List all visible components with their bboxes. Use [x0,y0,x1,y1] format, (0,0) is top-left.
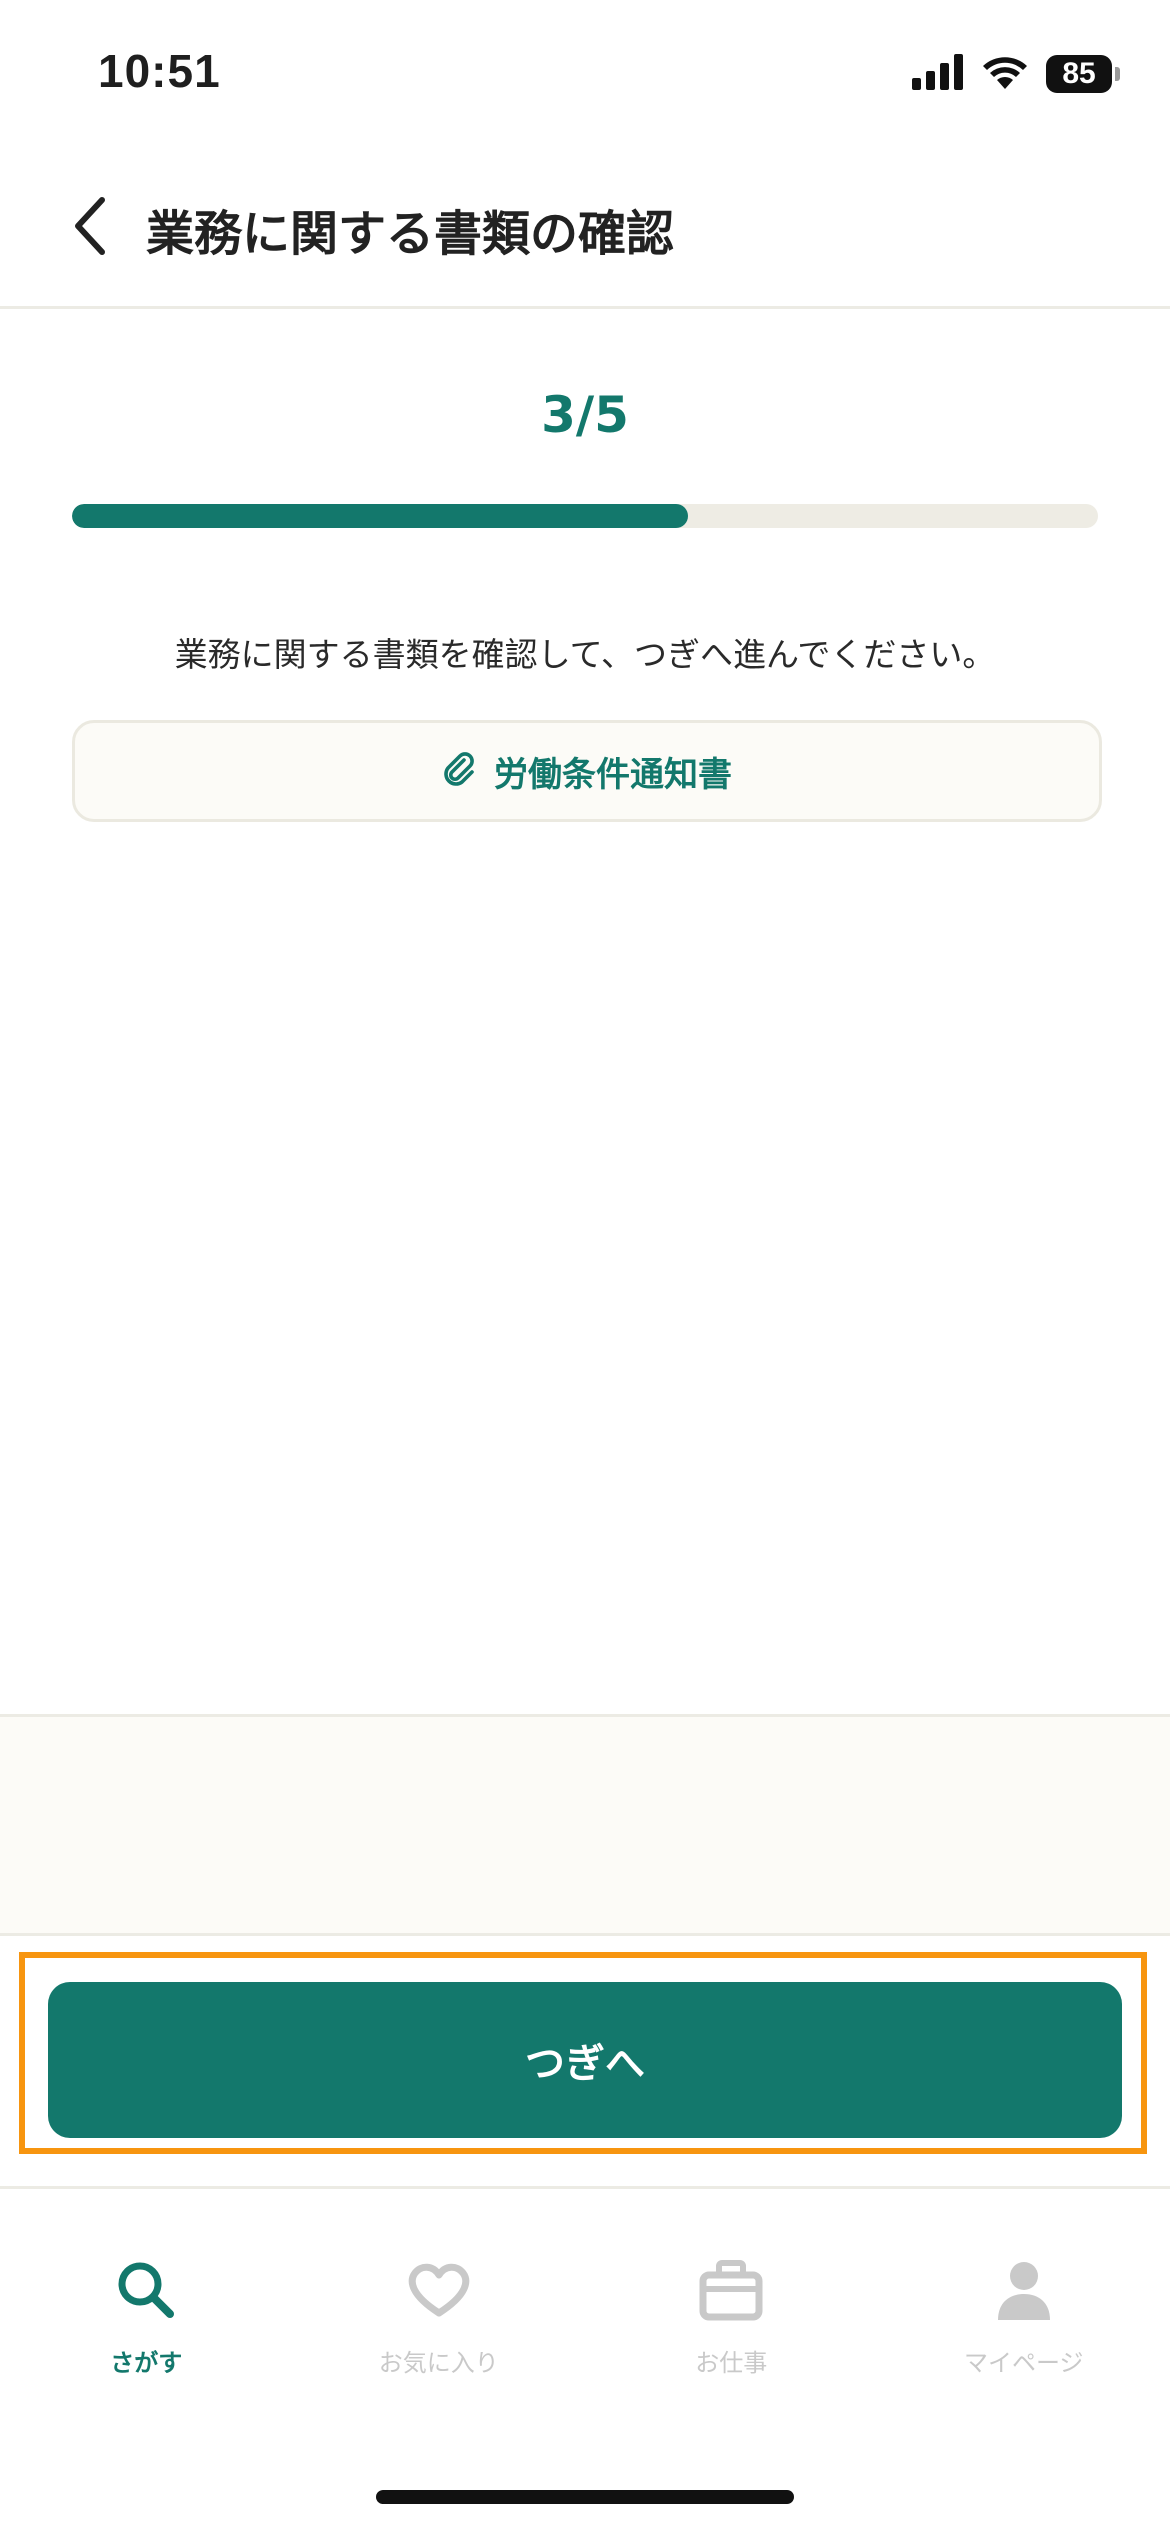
tab-jobs[interactable]: お仕事 [585,2189,878,2409]
tab-bar: さがす お気に入り お仕事 マイページ [0,2186,1170,2409]
status-time: 10:51 [98,45,221,97]
next-button[interactable]: つぎへ [48,1982,1122,2138]
instruction-text: 業務に関する書類を確認して、つぎへ進んでください。 [174,635,996,674]
nav-bar: 業務に関する書類の確認 [0,150,1170,309]
status-bar: 10:51 85 [0,0,1170,150]
wifi-icon [980,53,1030,95]
briefcase-icon [696,2255,766,2325]
step-counter: 3/5 [541,386,629,444]
tab-label: お仕事 [695,2349,768,2377]
progress-bar-fill [72,504,688,528]
tab-label: お気に入り [378,2349,499,2377]
battery-cap [1115,67,1120,81]
paperclip-icon [442,752,476,790]
tab-mypage[interactable]: マイページ [878,2189,1170,2409]
cellular-signal-icon [912,54,964,94]
search-icon [111,2255,181,2325]
progress-bar [72,504,1098,528]
chevron-left-icon [70,196,110,260]
battery-level: 85 [1062,57,1096,90]
tab-favorites[interactable]: お気に入り [293,2189,586,2409]
tab-search[interactable]: さがす [0,2189,293,2409]
person-icon [989,2255,1059,2325]
document-link-label: 労働条件通知書 [494,754,732,795]
status-icons: 85 [912,52,1120,96]
footer-area [0,1714,1170,1936]
home-indicator [376,2490,794,2504]
page-title: 業務に関する書類の確認 [146,206,675,262]
tab-label: さがす [110,2349,183,2377]
battery-icon: 85 [1046,55,1120,93]
document-link-button[interactable]: 労働条件通知書 [72,720,1102,822]
tab-label: マイページ [963,2349,1084,2377]
back-button[interactable] [50,188,130,268]
heart-icon [404,2255,474,2325]
